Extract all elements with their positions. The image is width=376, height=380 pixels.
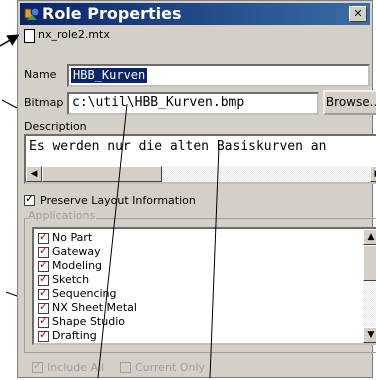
horizontal-scroll-thumb[interactable] <box>42 166 162 182</box>
preserve-layout-checkbox[interactable] <box>24 192 35 206</box>
preserve-layout-label: Preserve Layout Information <box>40 194 196 207</box>
vertical-scroll-thumb[interactable] <box>363 245 376 281</box>
annotation-arrow <box>0 34 20 47</box>
bitmap-label: Bitmap <box>24 96 64 109</box>
application-checkbox[interactable] <box>38 272 49 286</box>
browse-button[interactable]: Browse... <box>323 90 376 115</box>
current-only-row: Current Only <box>120 361 220 375</box>
application-checkbox[interactable] <box>38 286 49 300</box>
application-checkbox[interactable] <box>38 258 49 272</box>
applications-vertical-scrollbar[interactable]: ▲ ▼ <box>363 229 376 343</box>
name-field[interactable]: HBB_Kurven <box>67 64 370 87</box>
description-field[interactable]: Es werden nur die alten Basiskurven an ◀… <box>24 134 376 184</box>
title-bar[interactable]: Role Properties ✕ <box>20 3 370 25</box>
include-all-row: Include All <box>32 359 122 375</box>
window-title: Role Properties <box>42 4 182 23</box>
scroll-right-button[interactable]: ▶ <box>370 166 376 182</box>
current-only-checkbox[interactable] <box>120 362 131 373</box>
application-label: NX Sheet Metal <box>52 301 137 314</box>
application-checkbox[interactable] <box>38 314 49 328</box>
application-label: Modeling <box>52 259 103 272</box>
name-label: Name <box>24 68 57 81</box>
preserve-layout-row[interactable]: Preserve Layout Information <box>24 192 224 208</box>
annotation-pointer-line <box>5 291 18 297</box>
applications-list[interactable]: DraftingShape StudioNX Sheet MetalSequen… <box>32 227 376 345</box>
applications-legend: Applications <box>27 209 97 222</box>
current-only-label: Current Only <box>135 361 206 374</box>
application-label: No Part <box>52 231 93 244</box>
application-checkbox[interactable] <box>38 328 49 342</box>
application-checkbox[interactable] <box>38 244 49 258</box>
include-all-checkbox[interactable] <box>32 359 43 373</box>
role-properties-dialog: Role Properties ✕ nx_role2.mtx Name HBB_… <box>17 0 376 378</box>
application-checkbox[interactable] <box>38 230 49 244</box>
bitmap-field[interactable]: c:\util\HBB_Kurven.bmp <box>67 92 319 115</box>
include-all-label: Include All <box>47 361 105 374</box>
application-label: Sequencing <box>52 287 117 300</box>
role-icon <box>24 7 40 20</box>
application-checkbox[interactable] <box>38 300 49 314</box>
file-name: nx_role2.mtx <box>38 28 110 41</box>
application-label: Drafting <box>52 329 97 342</box>
scroll-down-button[interactable]: ▼ <box>363 327 376 343</box>
application-label: Shape Studio <box>52 315 125 328</box>
name-value: HBB_Kurven <box>71 68 148 83</box>
annotation-pointer-line <box>1 99 18 109</box>
application-label: Gateway <box>52 245 101 258</box>
application-label: Sketch <box>52 273 90 286</box>
description-value: Es werden nur die alten Basiskurven an <box>29 139 327 154</box>
document-icon <box>24 29 35 43</box>
description-label: Description <box>24 120 87 133</box>
close-button[interactable]: ✕ <box>349 6 367 22</box>
scroll-left-button[interactable]: ◀ <box>26 166 42 182</box>
description-horizontal-scrollbar[interactable]: ◀ ▶ <box>26 166 376 182</box>
scroll-up-button[interactable]: ▲ <box>363 229 376 245</box>
